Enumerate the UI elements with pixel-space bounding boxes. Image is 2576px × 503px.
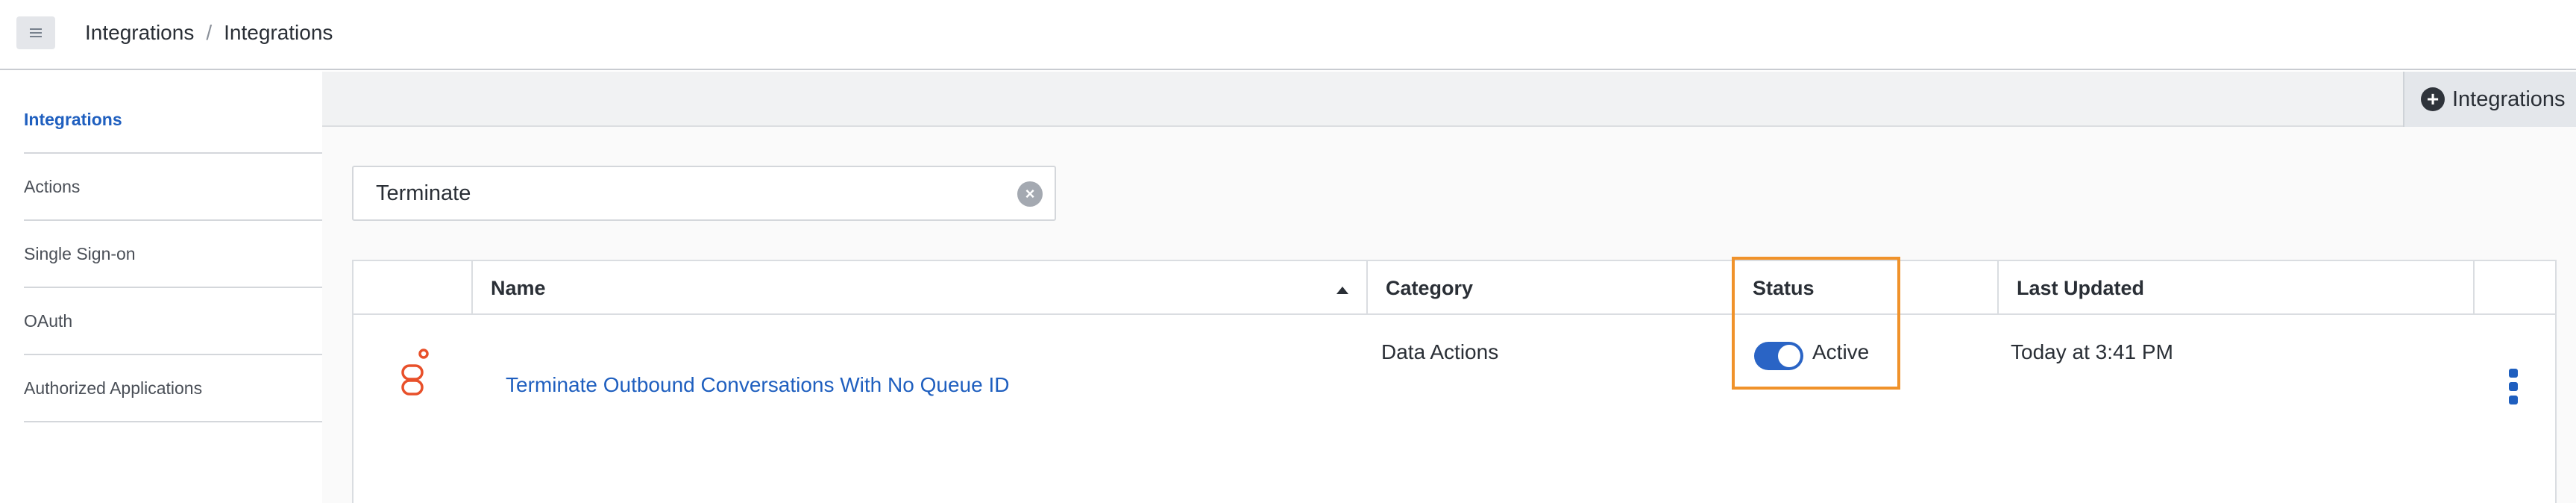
column-header-label: Name (491, 276, 546, 299)
sidebar-item-actions[interactable]: Actions (24, 154, 322, 221)
column-header-label: Status (1753, 276, 1815, 299)
search-value: Terminate (376, 181, 471, 205)
table-header: Name Category Status Last Updated (354, 261, 2555, 315)
sidebar: Integrations Actions Single Sign-on OAut… (0, 72, 322, 503)
column-header-label: Last Updated (2017, 276, 2145, 299)
breadcrumb-separator: / (206, 21, 213, 44)
clear-search-icon[interactable]: × (1017, 181, 1043, 207)
column-header-status[interactable]: Status (1733, 261, 1997, 315)
add-integration-button[interactable]: + Integrations (2403, 72, 2576, 127)
sidebar-item-label: OAuth (24, 310, 73, 331)
genesys-logo-icon (401, 349, 429, 396)
breadcrumb-item-integrations[interactable]: Integrations (85, 21, 194, 45)
column-header-last-updated[interactable]: Last Updated (1997, 261, 2473, 315)
menu-toggle-button[interactable] (16, 16, 55, 49)
sidebar-item-label: Actions (24, 176, 81, 196)
sidebar-item-label: Single Sign-on (24, 243, 136, 263)
column-header-actions (2473, 261, 2557, 315)
sidebar-item-single-sign-on[interactable]: Single Sign-on (24, 221, 322, 288)
sidebar-item-authorized-applications[interactable]: Authorized Applications (24, 355, 322, 422)
status-toggle[interactable] (1754, 342, 1803, 370)
status-label: Active (1812, 340, 1870, 363)
top-bar: Integrations / Integrations (0, 0, 2576, 70)
column-header-label: Category (1386, 276, 1474, 299)
integration-name-link[interactable]: Terminate Outbound Conversations With No… (506, 373, 1009, 397)
sidebar-item-label: Authorized Applications (24, 378, 203, 398)
column-header-name[interactable]: Name (471, 261, 1366, 315)
column-header-category[interactable]: Category (1366, 261, 1733, 315)
sort-ascending-icon (1336, 287, 1348, 294)
breadcrumb-item-current: Integrations (224, 21, 333, 44)
hamburger-icon (30, 28, 42, 37)
sidebar-item-integrations[interactable]: Integrations (24, 87, 322, 154)
last-updated-value: Today at 3:41 PM (2011, 340, 2173, 363)
plus-circle-icon: + (2421, 87, 2445, 111)
action-bar: + Integrations (322, 72, 2576, 127)
column-header-icon (354, 261, 471, 315)
more-options-icon[interactable] (2509, 369, 2518, 404)
breadcrumb: Integrations / Integrations (85, 21, 333, 45)
add-integration-label: Integrations (2452, 87, 2566, 111)
sidebar-item-oauth[interactable]: OAuth (24, 288, 322, 355)
toggle-knob (1778, 345, 1800, 367)
integration-category: Data Actions (1381, 340, 1499, 363)
search-input[interactable]: Terminate × (352, 166, 1056, 221)
main-content: + Integrations Terminate × Name Category… (322, 72, 2576, 503)
integrations-table: Name Category Status Last Updated Termin… (352, 260, 2557, 503)
sidebar-item-label: Integrations (24, 109, 122, 129)
